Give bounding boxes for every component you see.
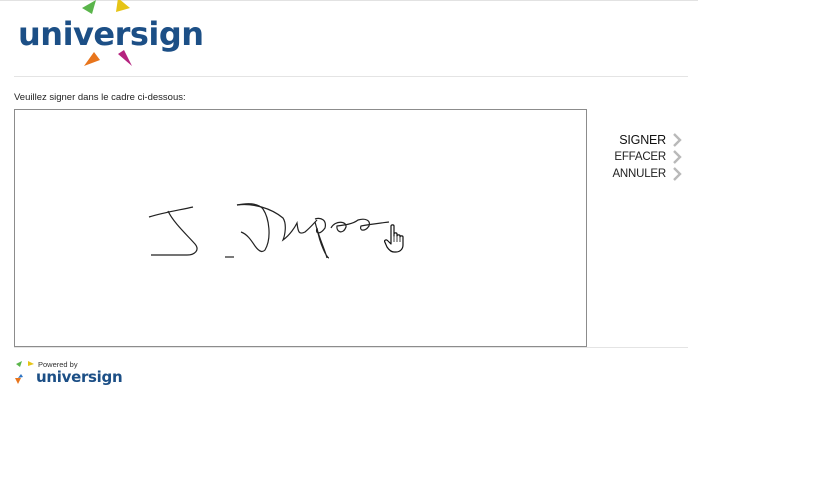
hand-cursor-icon [384, 224, 404, 253]
header-divider [14, 76, 688, 77]
signature-pad[interactable] [14, 109, 587, 347]
chevron-right-icon [673, 166, 682, 181]
sign-instruction: Veuillez signer dans le cadre ci-dessous… [14, 92, 186, 103]
signature-actions: SIGNER EFFACER ANNULER [598, 131, 682, 182]
cancel-button[interactable]: ANNULER [598, 165, 682, 182]
chevron-right-icon [673, 132, 682, 147]
powered-brand-text: universign [36, 368, 123, 386]
sign-button[interactable]: SIGNER [598, 131, 682, 148]
powered-by-logo: Powered by universign [14, 360, 124, 388]
footer-divider [14, 347, 688, 348]
clear-button[interactable]: EFFACER [598, 148, 682, 165]
powered-logo-arrows-icon [15, 361, 34, 384]
logo-text: universign [18, 15, 204, 53]
sign-button-label: SIGNER [619, 132, 666, 147]
universign-logo: universign [14, 0, 204, 72]
chevron-right-icon [673, 149, 682, 164]
cancel-button-label: ANNULER [612, 167, 666, 180]
clear-button-label: EFFACER [614, 150, 666, 163]
signature-strokes [148, 203, 390, 259]
